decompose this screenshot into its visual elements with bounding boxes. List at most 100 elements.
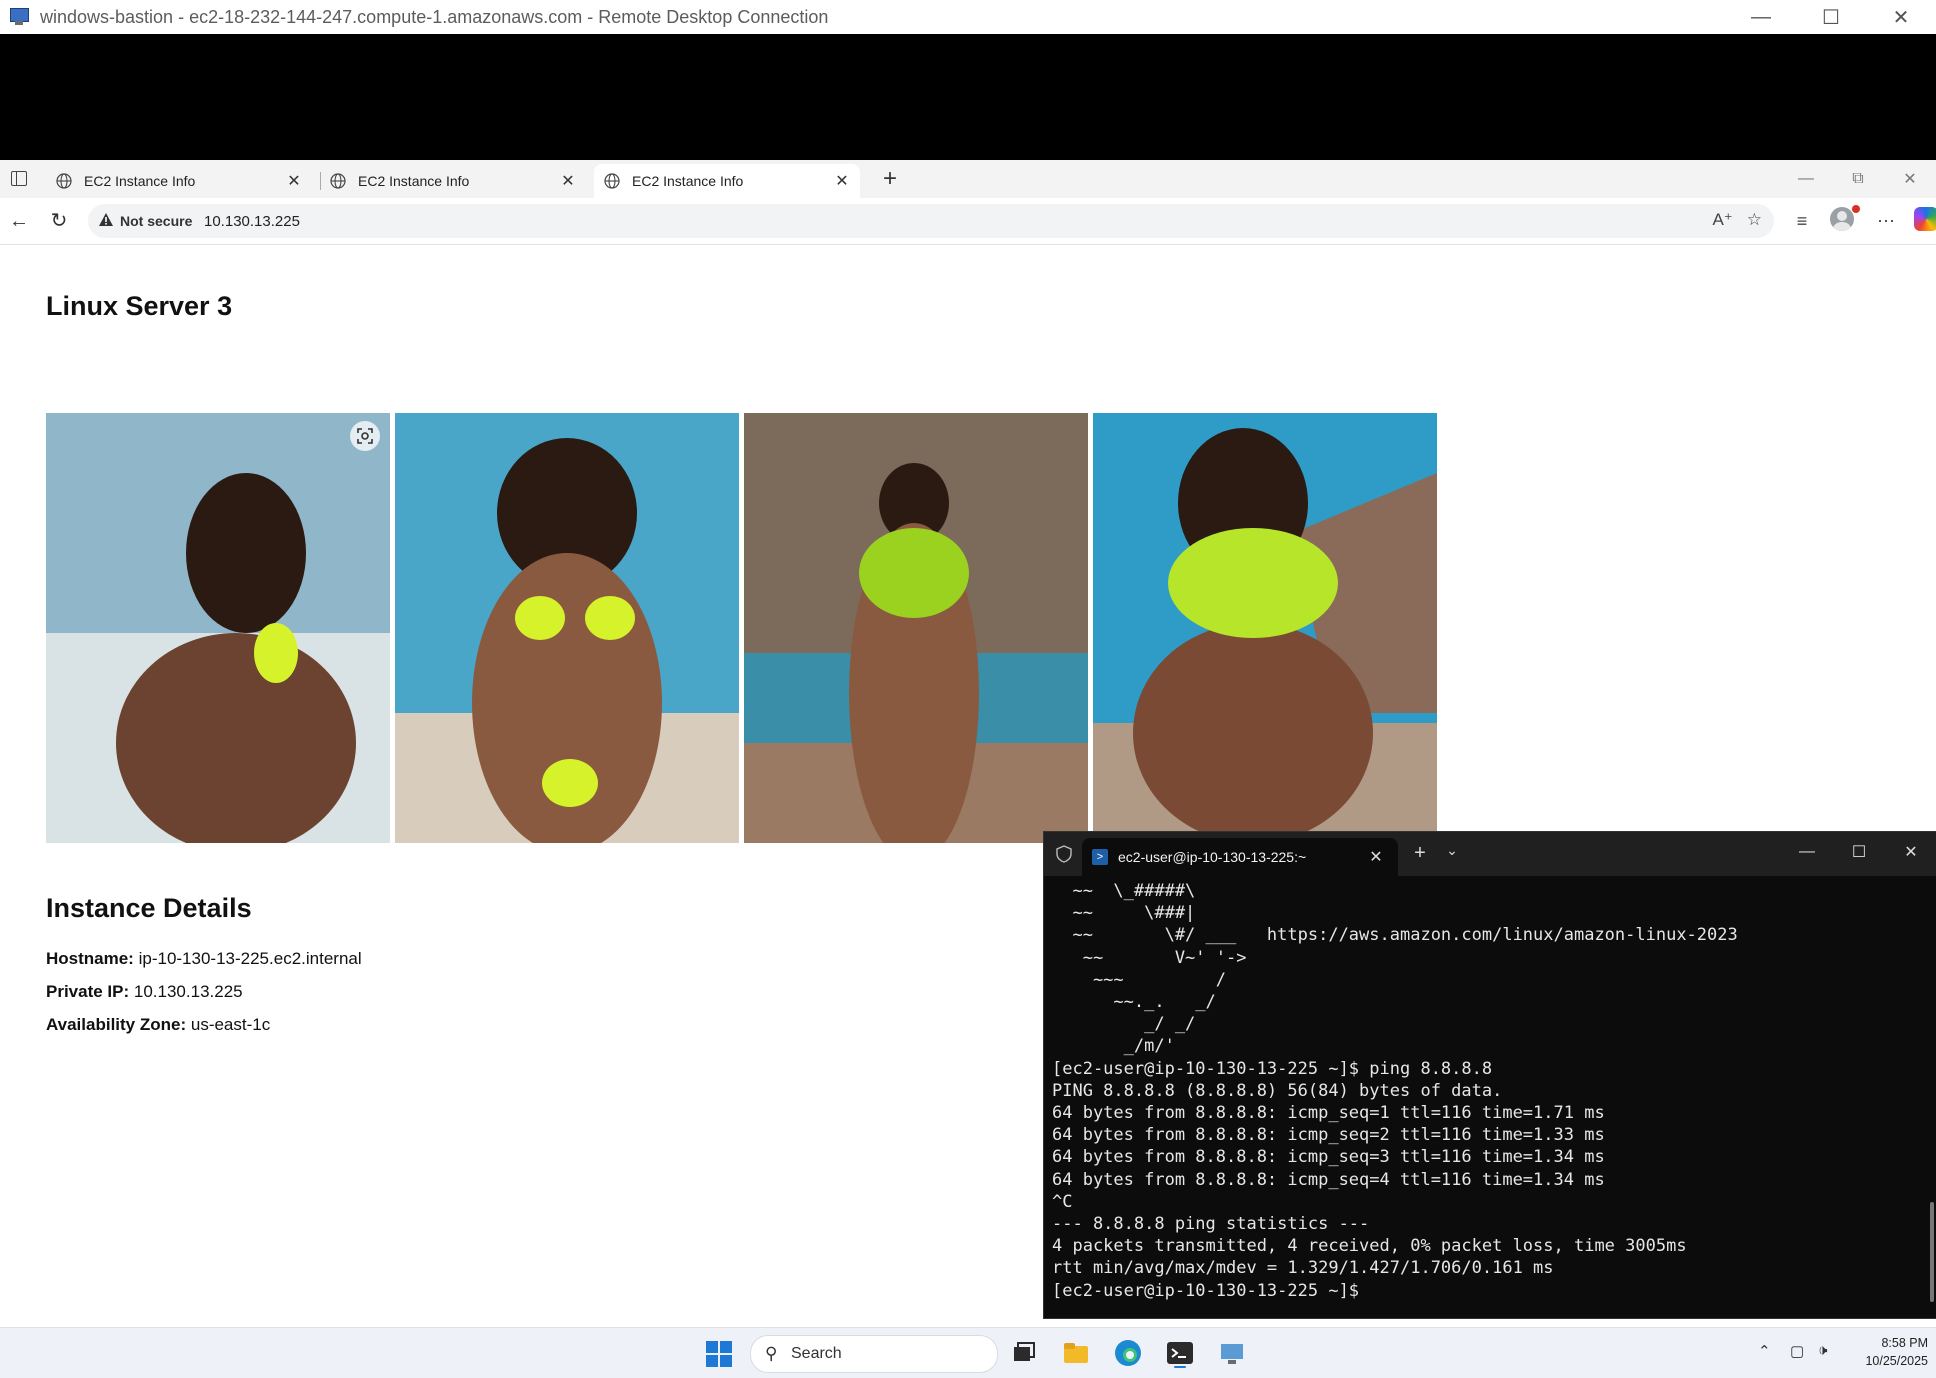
tab-label: EC2 Instance Info bbox=[632, 173, 744, 189]
terminal-tab-close-icon[interactable]: ✕ bbox=[1366, 847, 1386, 867]
photo-image bbox=[395, 413, 739, 843]
availability-zone-label: Availability Zone: bbox=[46, 1015, 187, 1034]
hostname-row: Hostname: ip-10-130-13-225.ec2.internal bbox=[46, 949, 362, 969]
chevron-down-icon[interactable]: ⌄ bbox=[1442, 842, 1462, 859]
copilot-button[interactable] bbox=[1914, 207, 1936, 235]
visual-search-button[interactable] bbox=[350, 421, 380, 451]
copilot-icon bbox=[1914, 207, 1936, 231]
photo-accent bbox=[585, 596, 635, 640]
terminal-tab-label: ec2-user@ip-10-130-13-225:~ bbox=[1118, 849, 1307, 865]
maximize-button[interactable]: ☐ bbox=[1796, 0, 1866, 34]
search-icon: ⚲ bbox=[765, 1344, 778, 1363]
profile-button[interactable] bbox=[1830, 205, 1860, 235]
terminal-line: ~~ \#/ ___ https://aws.amazon.com/linux/… bbox=[1052, 925, 1738, 946]
minimize-button[interactable]: — bbox=[1726, 0, 1796, 34]
globe-icon bbox=[604, 173, 620, 189]
terminal-line: [ec2-user@ip-10-130-13-225 ~]$ bbox=[1052, 1280, 1370, 1301]
browser-close-button[interactable]: ✕ bbox=[1884, 160, 1936, 198]
terminal-scrollbar[interactable] bbox=[1930, 1202, 1934, 1302]
tab-actions-icon[interactable] bbox=[8, 168, 30, 190]
url-text[interactable]: 10.130.13.225 bbox=[204, 213, 300, 230]
browser-tab-3[interactable]: EC2 Instance Info ✕ bbox=[594, 164, 860, 198]
beach-photo-4 bbox=[1093, 413, 1437, 843]
taskbar: ⚲ Search ⌃ ▢ 🕩 8:58 PM 10/25/2025 bbox=[0, 1327, 1936, 1378]
terminal-minimize-button[interactable]: — bbox=[1781, 832, 1833, 872]
terminal-window[interactable]: > ec2-user@ip-10-130-13-225:~ ✕ + ⌄ — ☐ … bbox=[1043, 831, 1936, 1319]
chevron-up-icon[interactable]: ⌃ bbox=[1758, 1342, 1771, 1360]
browser-toolbar: ← ↻ Not secure 10.130.13.225 A⁺ ☆ ≡ ⋯ bbox=[0, 198, 1936, 245]
terminal-line: 4 packets transmitted, 4 received, 0% pa… bbox=[1052, 1236, 1687, 1257]
tab-close-icon[interactable]: ✕ bbox=[558, 171, 578, 191]
favorites-icon[interactable]: ≡ bbox=[1788, 207, 1816, 235]
terminal-tab-bar: > ec2-user@ip-10-130-13-225:~ ✕ + ⌄ — ☐ … bbox=[1044, 832, 1936, 876]
more-options-icon[interactable]: ⋯ bbox=[1872, 207, 1900, 235]
taskbar-search-box[interactable]: ⚲ Search bbox=[750, 1335, 998, 1373]
terminal-output[interactable]: ~~ \_#####\ ~~ \###| ~~ \#/ ___ https://… bbox=[1052, 880, 1912, 1310]
favorite-star-icon[interactable]: ☆ bbox=[1747, 210, 1762, 230]
terminal-line: ~~~ / bbox=[1052, 969, 1226, 990]
remote-desktop-app-icon[interactable] bbox=[1216, 1337, 1248, 1369]
back-button[interactable]: ← bbox=[6, 208, 32, 234]
browser-restore-button[interactable]: ⧉ bbox=[1832, 160, 1884, 198]
terminal-close-button[interactable]: ✕ bbox=[1885, 832, 1936, 872]
taskbar-clock[interactable]: 8:58 PM 10/25/2025 bbox=[1840, 1334, 1928, 1370]
rdp-titlebar: windows-bastion - ec2-18-232-144-247.com… bbox=[0, 0, 1936, 35]
terminal-line: 64 bytes from 8.8.8.8: icmp_seq=3 ttl=11… bbox=[1052, 1147, 1605, 1168]
availability-zone-value: us-east-1c bbox=[190, 1015, 271, 1034]
beach-photo-1 bbox=[46, 413, 390, 843]
globe-icon bbox=[56, 173, 72, 189]
photo-image bbox=[744, 413, 1088, 843]
instance-details-heading: Instance Details bbox=[46, 893, 252, 923]
browser-minimize-button[interactable]: — bbox=[1780, 160, 1832, 198]
terminal-line: ~~ \###| bbox=[1052, 903, 1196, 924]
read-aloud-icon[interactable]: A⁺ bbox=[1712, 210, 1732, 230]
powershell-icon: > bbox=[1092, 849, 1108, 865]
terminal-tab[interactable]: > ec2-user@ip-10-130-13-225:~ ✕ bbox=[1082, 838, 1398, 876]
private-ip-value: 10.130.13.225 bbox=[133, 982, 243, 1001]
edge-browser-icon[interactable] bbox=[1112, 1337, 1144, 1369]
not-secure-label[interactable]: Not secure bbox=[120, 213, 192, 229]
beach-photo-2 bbox=[395, 413, 739, 843]
hostname-value: ip-10-130-13-225.ec2.internal bbox=[138, 949, 362, 968]
rdp-window-title: windows-bastion - ec2-18-232-144-247.com… bbox=[40, 6, 829, 27]
browser-tab-2[interactable]: EC2 Instance Info ✕ bbox=[320, 164, 586, 198]
task-view-icon[interactable] bbox=[1008, 1337, 1040, 1369]
terminal-maximize-button[interactable]: ☐ bbox=[1833, 832, 1885, 872]
photo-figure bbox=[116, 633, 356, 843]
tab-close-icon[interactable]: ✕ bbox=[832, 171, 852, 191]
terminal-line: --- 8.8.8.8 ping statistics --- bbox=[1052, 1214, 1370, 1235]
photo-accent bbox=[859, 528, 969, 618]
file-explorer-icon[interactable] bbox=[1060, 1337, 1092, 1369]
new-tab-button[interactable]: + bbox=[876, 166, 904, 194]
terminal-line: _/m/' bbox=[1052, 1036, 1175, 1057]
beach-photo-3 bbox=[744, 413, 1088, 843]
terminal-line: ~~._. _/ bbox=[1052, 992, 1216, 1013]
network-icon[interactable]: ▢ bbox=[1790, 1342, 1804, 1360]
photo-accent bbox=[254, 623, 298, 683]
terminal-line: [ec2-user@ip-10-130-13-225 ~]$ ping 8.8.… bbox=[1052, 1058, 1493, 1079]
page-title: Linux Server 3 bbox=[46, 291, 233, 321]
clock-time: 8:58 PM bbox=[1881, 1336, 1928, 1350]
search-label: Search bbox=[791, 1345, 842, 1362]
photo-accent bbox=[1168, 528, 1338, 638]
close-button[interactable]: ✕ bbox=[1866, 0, 1936, 34]
volume-icon[interactable]: 🕩 bbox=[1818, 1342, 1827, 1359]
terminal-line: ^C bbox=[1052, 1191, 1073, 1212]
warning-icon bbox=[99, 213, 113, 226]
photo-figure bbox=[1133, 623, 1373, 843]
address-bar[interactable]: Not secure 10.130.13.225 A⁺ ☆ bbox=[88, 204, 1774, 238]
terminal-new-tab-button[interactable]: + bbox=[1408, 842, 1432, 865]
photo-image bbox=[46, 413, 390, 843]
browser-tab-strip: EC2 Instance Info ✕ EC2 Instance Info ✕ … bbox=[0, 160, 1936, 198]
terminal-app-icon[interactable] bbox=[1164, 1337, 1196, 1369]
terminal-line: ~~ \_#####\ bbox=[1052, 881, 1196, 901]
windows-start-button[interactable] bbox=[706, 1341, 732, 1367]
private-ip-row: Private IP: 10.130.13.225 bbox=[46, 982, 243, 1002]
remote-desktop-icon bbox=[8, 7, 30, 27]
photo-image bbox=[1093, 413, 1437, 843]
photo-accent bbox=[515, 596, 565, 640]
terminal-line: PING 8.8.8.8 (8.8.8.8) 56(84) bytes of d… bbox=[1052, 1080, 1503, 1101]
refresh-button[interactable]: ↻ bbox=[46, 208, 72, 234]
tab-close-icon[interactable]: ✕ bbox=[284, 171, 304, 191]
browser-tab-1[interactable]: EC2 Instance Info ✕ bbox=[46, 164, 312, 198]
